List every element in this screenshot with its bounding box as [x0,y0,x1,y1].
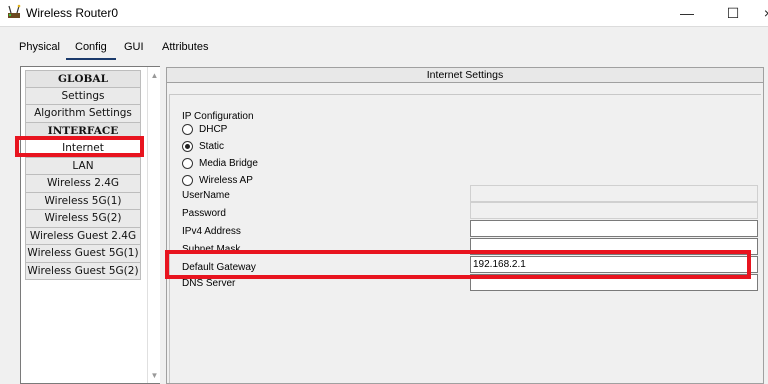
maximize-button[interactable]: ☐ [718,2,748,24]
radio-circle[interactable] [182,158,193,169]
panel-title: Internet Settings [167,68,763,83]
radio-circle-checked[interactable] [182,141,193,152]
highlight-internet-box [15,136,144,157]
title-bar: Wireless Router0 — ☐ × [0,0,768,26]
tab-gui[interactable]: GUI [124,41,144,53]
tab-bar: Physical Config GUI Attributes [0,26,768,62]
radio-circle[interactable] [182,175,193,186]
sidebar-item-wireless-5g-1[interactable]: Wireless 5G(1) [25,192,141,210]
sidebar-item-wireless-5g-2[interactable]: Wireless 5G(2) [25,210,141,228]
tab-attributes[interactable]: Attributes [162,41,208,53]
config-sidebar: GLOBAL Settings Algorithm Settings INTER… [20,66,160,384]
label-dns-server: DNS Server [182,278,236,289]
window-title: Wireless Router0 [26,6,119,20]
sidebar-header-global: GLOBAL [25,70,141,88]
sidebar-item-lan[interactable]: LAN [25,157,141,175]
tab-physical[interactable]: Physical [19,41,60,53]
sidebar-list: GLOBAL Settings Algorithm Settings INTER… [25,70,141,280]
sidebar-item-wireless-guest-2-4g[interactable]: Wireless Guest 2.4G [25,227,141,245]
tab-config[interactable]: Config [75,41,107,53]
close-button[interactable]: × [758,2,768,24]
minimize-button[interactable]: — [672,2,702,24]
router-app-icon [8,4,21,18]
sidebar-item-settings[interactable]: Settings [25,87,141,105]
sidebar-item-wireless-guest-5g-1[interactable]: Wireless Guest 5G(1) [25,245,141,263]
password-field[interactable] [470,202,758,219]
scroll-up-icon[interactable]: ▲ [148,69,161,82]
label-ipv4-address: IPv4 Address [182,226,241,237]
panel-body: IP Configuration DHCP Static Media Bridg… [169,94,761,383]
radio-circle[interactable] [182,124,193,135]
sidebar-item-algorithm-settings[interactable]: Algorithm Settings [25,105,141,123]
username-field[interactable] [470,185,758,202]
ipv4-address-field[interactable] [470,220,758,237]
radio-label-static: Static [199,141,225,152]
label-username: UserName [182,190,230,201]
scroll-down-icon[interactable]: ▼ [148,369,161,382]
sidebar-item-wireless-2-4g[interactable]: Wireless 2.4G [25,175,141,193]
highlight-default-gateway-box [165,250,751,279]
radio-label-wireless-ap: Wireless AP [199,175,253,186]
radio-label-media-bridge: Media Bridge [199,158,258,169]
internet-settings-panel: Internet Settings IP Configuration DHCP … [166,67,764,384]
ip-configuration-title: IP Configuration [182,111,254,122]
sidebar-scrollbar[interactable]: ▲ ▼ [147,67,160,383]
label-password: Password [182,208,226,219]
radio-label-dhcp: DHCP [199,124,228,135]
sidebar-item-wireless-guest-5g-2[interactable]: Wireless Guest 5G(2) [25,262,141,280]
